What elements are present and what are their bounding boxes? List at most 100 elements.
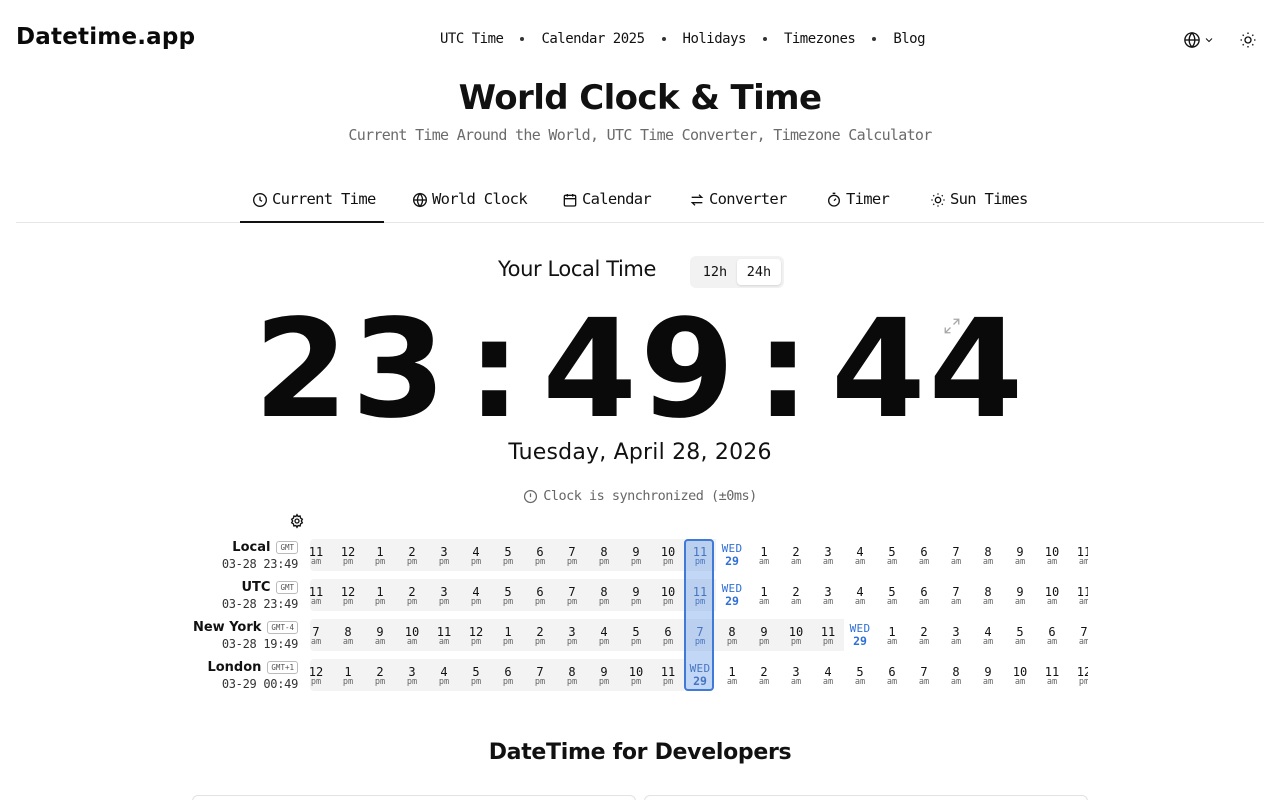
nav-timezones[interactable]: Timezones <box>784 31 856 47</box>
site-logo[interactable]: Datetime.app <box>16 24 195 50</box>
hour-cell[interactable]: 6 am <box>908 579 940 611</box>
nav-blog[interactable]: Blog <box>893 31 925 47</box>
hour-cell[interactable]: 1 pm <box>332 659 364 691</box>
hour-cell[interactable]: 9 pm <box>588 659 620 691</box>
hour-cell[interactable]: 11 am <box>1068 579 1088 611</box>
hour-cell[interactable]: 7 am <box>940 539 972 571</box>
tab-world-clock[interactable]: World Clock <box>412 180 528 222</box>
hour-cell[interactable]: 4 pm <box>588 619 620 651</box>
hour-cell[interactable]: 1 pm <box>364 539 396 571</box>
hour-cell[interactable]: 11 am <box>310 539 332 571</box>
hour-cell[interactable]: 12 pm <box>310 659 332 691</box>
hour-cell[interactable]: 1 pm <box>364 579 396 611</box>
timezone-name[interactable]: London <box>207 660 261 675</box>
hour-cell[interactable]: 5 am <box>844 659 876 691</box>
hour-cell[interactable]: 10 pm <box>652 539 684 571</box>
hour-cell[interactable]: 9 pm <box>620 539 652 571</box>
hour-cell[interactable]: 9 pm <box>748 619 780 651</box>
hour-cell[interactable]: 3 pm <box>428 539 460 571</box>
hour-cell[interactable]: 2 am <box>780 579 812 611</box>
hour-cell[interactable]: 7 pm <box>556 539 588 571</box>
hour-cell[interactable]: 6 am <box>908 539 940 571</box>
nav-utc-time[interactable]: UTC Time <box>440 31 504 47</box>
hour-cell[interactable]: 8 am <box>332 619 364 651</box>
hour-cell[interactable]: 1 am <box>748 579 780 611</box>
hour-cell[interactable]: 3 pm <box>396 659 428 691</box>
hour-cell[interactable]: 4 pm <box>460 539 492 571</box>
hour-cell[interactable]: 3 am <box>780 659 812 691</box>
hour-cell[interactable]: 7 pm <box>524 659 556 691</box>
hour-cell[interactable]: 10 am <box>1004 659 1036 691</box>
hour-cell[interactable]: 5 pm <box>620 619 652 651</box>
developer-card[interactable] <box>192 795 636 800</box>
tab-sun-times[interactable]: Sun Times <box>930 180 1028 222</box>
day-marker[interactable]: WED 29 <box>844 619 876 651</box>
hour-cell[interactable]: 12 pm <box>460 619 492 651</box>
hour-cell[interactable]: 11 am <box>428 619 460 651</box>
hour-cell[interactable]: 4 pm <box>460 579 492 611</box>
hour-cell[interactable]: 7 am <box>1068 619 1088 651</box>
hour-cell[interactable]: 6 pm <box>492 659 524 691</box>
hour-cell[interactable]: 2 pm <box>396 579 428 611</box>
language-selector[interactable] <box>1183 31 1215 49</box>
hour-cell[interactable]: 11 am <box>1068 539 1088 571</box>
day-marker[interactable]: WED 29 <box>716 579 748 611</box>
hour-cell[interactable]: 2 pm <box>524 619 556 651</box>
hour-cell[interactable]: 10 am <box>1036 579 1068 611</box>
hour-cell[interactable]: 12 pm <box>1068 659 1088 691</box>
hour-cell[interactable]: 6 am <box>1036 619 1068 651</box>
hour-cell[interactable]: 5 am <box>876 579 908 611</box>
hour-cell[interactable]: 2 am <box>780 539 812 571</box>
tab-timer[interactable]: Timer <box>826 180 890 222</box>
hour-cell[interactable]: 8 pm <box>588 579 620 611</box>
hour-cell[interactable]: 6 pm <box>524 539 556 571</box>
hour-cell[interactable]: 2 am <box>908 619 940 651</box>
hour-cell[interactable]: 5 pm <box>460 659 492 691</box>
hour-cell[interactable]: 8 am <box>972 539 1004 571</box>
hour-cell[interactable]: 9 pm <box>620 579 652 611</box>
hour-cell[interactable]: 6 am <box>876 659 908 691</box>
hour-cell[interactable]: 7 am <box>908 659 940 691</box>
hour-cell[interactable]: 2 am <box>748 659 780 691</box>
tab-calendar[interactable]: Calendar <box>562 180 652 222</box>
hour-cell[interactable]: 5 pm <box>492 579 524 611</box>
hour-cell[interactable]: 3 pm <box>556 619 588 651</box>
hour-cell[interactable]: 6 pm <box>524 579 556 611</box>
day-marker[interactable]: WED 29 <box>716 539 748 571</box>
hour-cell[interactable]: 10 pm <box>620 659 652 691</box>
hour-cell[interactable]: 10 pm <box>780 619 812 651</box>
tab-current-time[interactable]: Current Time <box>240 180 384 223</box>
hour-cell[interactable]: 3 am <box>812 539 844 571</box>
hour-cell[interactable]: 11 am <box>1036 659 1068 691</box>
hour-cell[interactable]: 11 pm <box>812 619 844 651</box>
hour-cell[interactable]: 12 pm <box>332 579 364 611</box>
hour-cell[interactable]: 5 pm <box>492 539 524 571</box>
hour-cell[interactable]: 4 am <box>972 619 1004 651</box>
hour-cell[interactable]: 8 am <box>972 579 1004 611</box>
hour-cell[interactable]: 8 pm <box>716 619 748 651</box>
hour-cell[interactable]: 4 am <box>844 539 876 571</box>
hour-cell[interactable]: 9 am <box>1004 579 1036 611</box>
hour-cell[interactable]: 5 am <box>876 539 908 571</box>
hour-cell[interactable]: 11 pm <box>652 659 684 691</box>
hour-cell[interactable]: 9 am <box>1004 539 1036 571</box>
nav-holidays[interactable]: Holidays <box>683 31 747 47</box>
format-12h-option[interactable]: 12h <box>693 259 737 285</box>
hour-cell[interactable]: 6 pm <box>652 619 684 651</box>
developer-card[interactable] <box>644 795 1088 800</box>
timezone-name[interactable]: New York <box>193 620 261 635</box>
nav-calendar[interactable]: Calendar 2025 <box>541 31 645 47</box>
format-24h-option[interactable]: 24h <box>737 259 781 285</box>
hour-cell[interactable]: 1 am <box>748 539 780 571</box>
hour-cell[interactable]: 10 am <box>396 619 428 651</box>
hour-cell[interactable]: 10 am <box>1036 539 1068 571</box>
hour-cell[interactable]: 4 pm <box>428 659 460 691</box>
hour-cell[interactable]: 2 pm <box>396 539 428 571</box>
hour-cell[interactable]: 7 pm <box>556 579 588 611</box>
hour-cell[interactable]: 3 am <box>812 579 844 611</box>
hour-cell[interactable]: 1 pm <box>492 619 524 651</box>
hour-cell[interactable]: 3 pm <box>428 579 460 611</box>
fullscreen-button[interactable] <box>943 317 961 339</box>
timezone-settings-button[interactable] <box>289 513 305 533</box>
hour-cell[interactable]: 1 am <box>876 619 908 651</box>
